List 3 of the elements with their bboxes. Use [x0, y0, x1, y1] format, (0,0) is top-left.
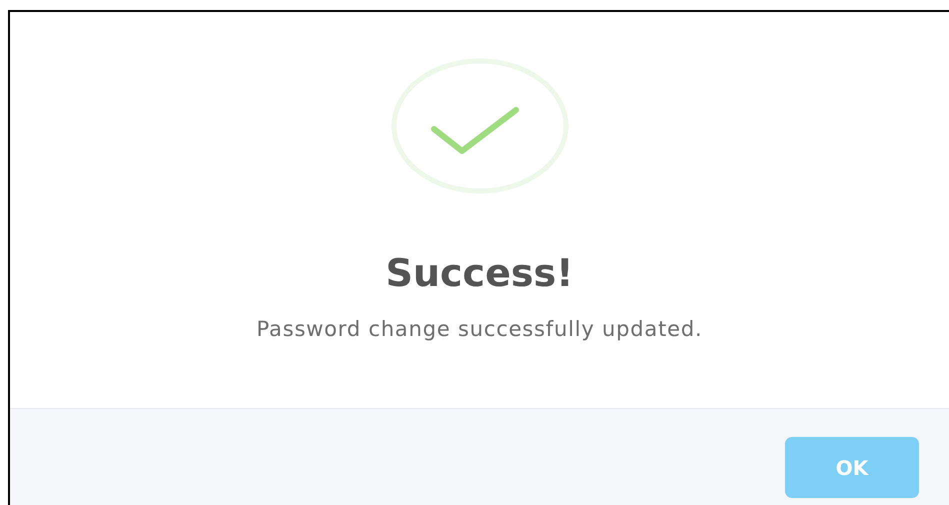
checkmark-icon — [390, 57, 570, 195]
dialog-message: Password change successfully updated. — [256, 316, 702, 343]
dialog-title: Success! — [386, 251, 574, 295]
